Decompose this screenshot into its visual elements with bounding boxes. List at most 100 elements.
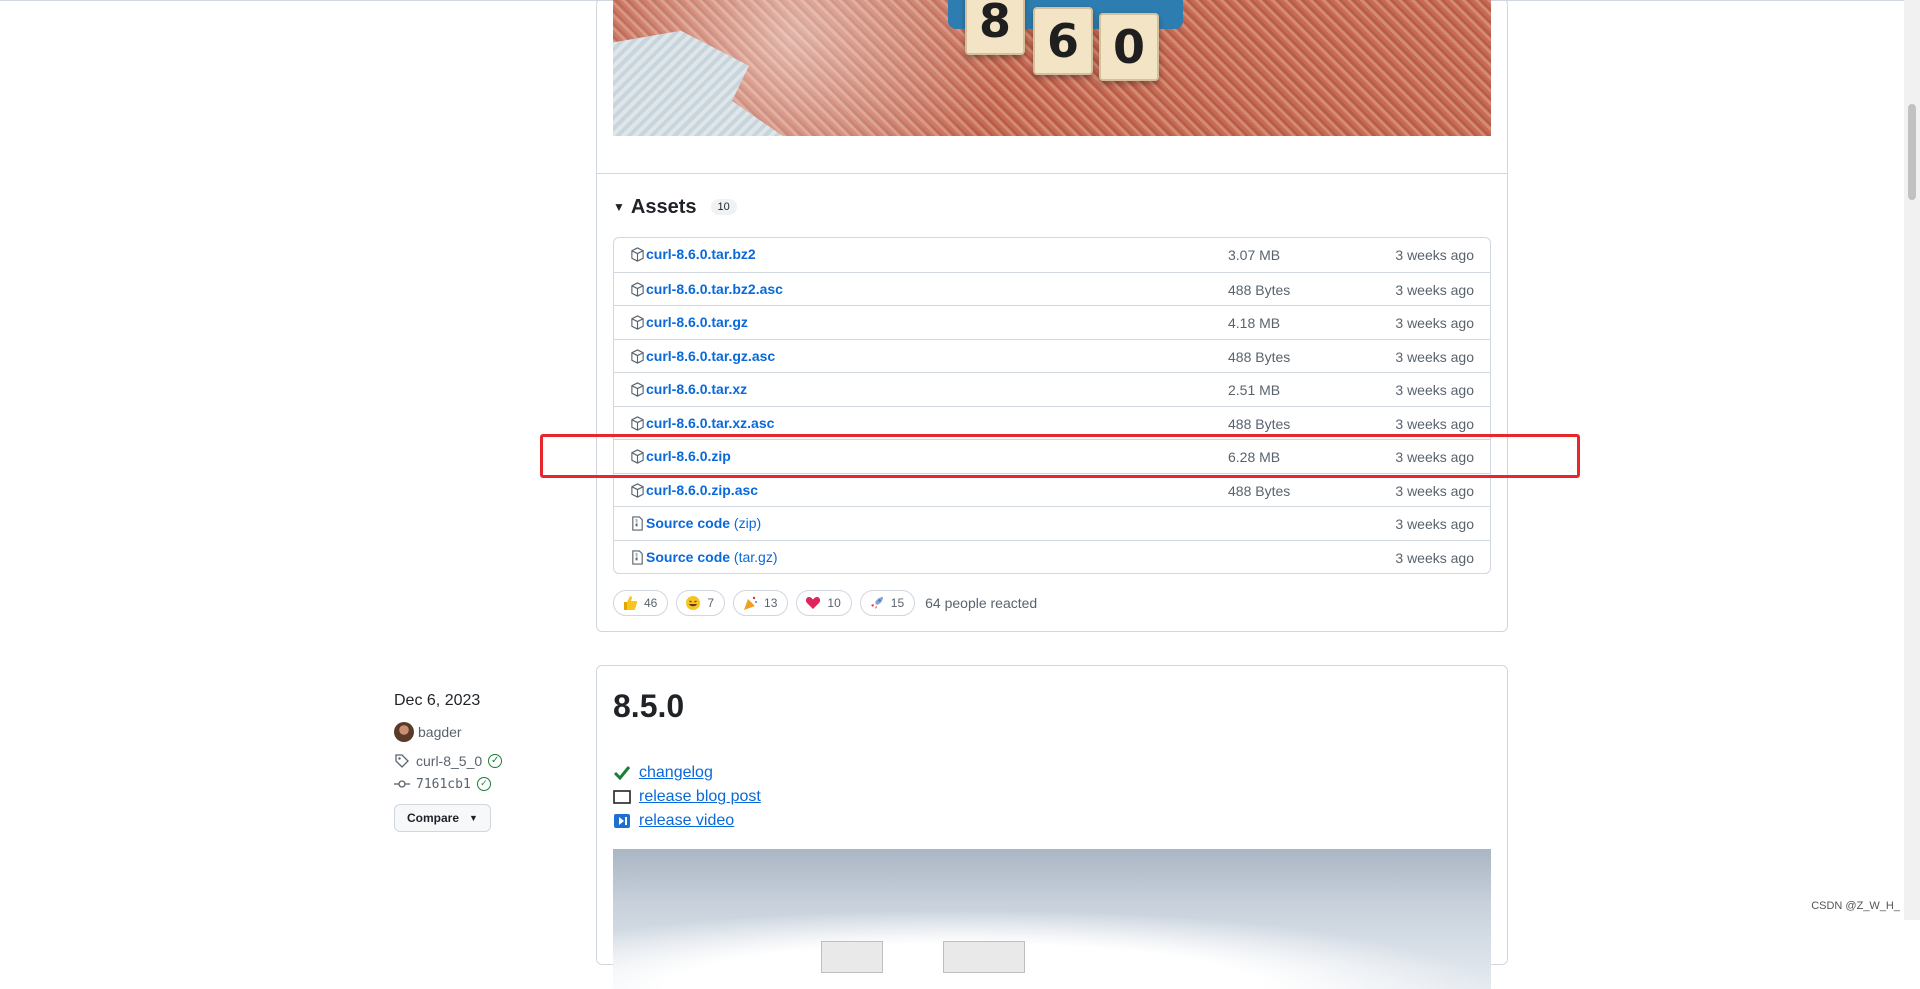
reaction-button[interactable]: 7 xyxy=(676,590,726,616)
verified-check-icon: ✓ xyxy=(488,754,503,768)
reaction-count: 15 xyxy=(890,596,905,610)
asset-row: curl-8.6.0.tar.gz.asc 488 Bytes 3 weeks ag… xyxy=(614,338,1490,373)
asset-row: Source code (tar.gz) 3 weeks ago xyxy=(614,539,1490,574)
asset-link[interactable]: Source code (tar.gz) xyxy=(646,549,778,565)
asset-format: (tar.gz) xyxy=(733,548,778,565)
assets-title: Assets xyxy=(630,195,697,218)
package-icon xyxy=(630,281,645,297)
release-tag[interactable]: curl-8_5_0 ✓ xyxy=(394,753,503,769)
file-zip-icon xyxy=(630,516,645,531)
reaction-button[interactable]: 15 xyxy=(859,590,916,616)
section-divider xyxy=(597,173,1507,174)
reaction-button[interactable]: 46 xyxy=(613,590,669,616)
letter-tile: 6 xyxy=(1033,7,1093,75)
reaction-count: 10 xyxy=(827,596,841,610)
page-scrollbar[interactable] xyxy=(1904,0,1920,920)
reactions-bar: 46 7 13 10 15 64 people reacted xyxy=(613,590,1037,616)
asset-date: 3 weeks ago xyxy=(1395,415,1474,432)
release-blog-post-link[interactable]: release blog post xyxy=(639,788,761,806)
reaction-count: 13 xyxy=(764,596,778,610)
asset-date: 3 weeks ago xyxy=(1395,382,1474,398)
asset-name: curl-8.6.0.tar.xz.asc xyxy=(646,414,775,431)
reaction-button[interactable]: 10 xyxy=(796,590,852,616)
asset-link[interactable]: curl-8.6.0.tar.bz2 xyxy=(646,246,756,262)
asset-link[interactable]: curl-8.6.0.tar.bz2.asc xyxy=(646,281,783,297)
commit-icon xyxy=(394,780,410,788)
asset-link[interactable]: Source code (zip) xyxy=(646,515,761,531)
package-icon xyxy=(630,382,645,397)
letter-tile: 0 xyxy=(1099,13,1159,81)
reaction-button[interactable]: 13 xyxy=(733,590,789,616)
release-author[interactable]: bagder xyxy=(394,722,462,742)
asset-name: curl-8.6.0.tar.bz2 xyxy=(646,246,756,262)
package-icon xyxy=(630,482,645,498)
asset-name: curl-8.6.0.zip.asc xyxy=(646,481,759,498)
release-image-8-6-0: 8 6 0 xyxy=(613,0,1491,136)
asset-name: curl-8.6.0.tar.bz2.asc xyxy=(646,280,783,297)
rocket-icon xyxy=(869,595,885,611)
release-card-8-6-0: 8 6 0 ▼ Assets 10 curl-8.6.0.tar.bz2 3.07… xyxy=(596,0,1508,632)
video-row: release video xyxy=(613,812,734,830)
asset-name: Source code xyxy=(646,548,731,565)
hooray-icon xyxy=(742,595,758,611)
asset-link[interactable]: curl-8.6.0.tar.gz xyxy=(646,314,748,330)
asset-size: 4.18 MB xyxy=(1228,315,1281,331)
release-card-8-5-0: 8.5.0 changelog release blog post releas… xyxy=(596,665,1508,989)
changelog-row: changelog xyxy=(613,764,713,782)
book-icon xyxy=(613,789,631,805)
asset-format: (zip) xyxy=(733,515,762,531)
assets-list: curl-8.6.0.tar.bz2 3.07 MB 3 weeks ago curl… xyxy=(613,237,1491,574)
release-date: Dec 6, 2023 xyxy=(394,692,481,709)
reactions-summary[interactable]: 64 people reacted xyxy=(925,595,1037,611)
asset-link[interactable]: curl-8.6.0.tar.xz.asc xyxy=(646,415,774,431)
release-video-link[interactable]: release video xyxy=(639,812,734,830)
watermark: CSDN @Z_W_H_ xyxy=(1811,900,1900,912)
scrollbar-thumb[interactable] xyxy=(1908,104,1916,200)
asset-date: 3 weeks ago xyxy=(1395,315,1474,331)
file-zip-icon xyxy=(630,549,645,565)
asset-row: Source code (zip) 3 weeks ago xyxy=(614,506,1490,540)
release-commit[interactable]: 7161cb1 ✓ xyxy=(394,776,491,792)
commit-hash: 7161cb1 xyxy=(416,776,471,792)
laugh-icon xyxy=(685,595,701,611)
package-icon xyxy=(630,348,645,364)
compare-button[interactable]: Compare ▼ xyxy=(394,804,491,832)
asset-name: Source code xyxy=(646,515,731,531)
changelog-link[interactable]: changelog xyxy=(639,764,713,782)
asset-date: 3 weeks ago xyxy=(1395,482,1474,499)
compare-label: Compare xyxy=(407,811,460,825)
tag-name: curl-8_5_0 xyxy=(416,753,483,769)
reaction-count: 46 xyxy=(644,596,658,610)
asset-row: curl-8.6.0.tar.xz 2.51 MB 3 weeks ago xyxy=(614,372,1490,406)
tag-icon xyxy=(395,754,409,768)
letter-tile: 8 xyxy=(965,0,1025,55)
asset-name: curl-8.6.0.tar.xz xyxy=(646,381,748,397)
author-name: bagder xyxy=(418,724,462,740)
package-icon xyxy=(630,415,645,431)
triangle-down-icon: ▼ xyxy=(469,813,478,823)
triangle-down-icon: ▼ xyxy=(613,200,625,214)
release-image-8-5-0 xyxy=(613,849,1491,989)
release-title[interactable]: 8.5.0 xyxy=(613,688,684,725)
asset-row: curl-8.6.0.tar.gz 4.18 MB 3 weeks ago xyxy=(614,305,1490,339)
asset-size: 3.07 MB xyxy=(1228,247,1281,263)
thumbs-up-icon xyxy=(622,595,638,611)
highlight-annotation xyxy=(540,434,1580,478)
asset-date: 3 weeks ago xyxy=(1395,247,1474,263)
verified-check-icon: ✓ xyxy=(476,777,491,791)
avatar xyxy=(394,722,414,742)
asset-date: 3 weeks ago xyxy=(1395,281,1474,298)
assets-toggle[interactable]: ▼ Assets 10 xyxy=(613,196,737,218)
asset-size: 488 Bytes xyxy=(1228,482,1291,499)
reaction-count: 7 xyxy=(707,596,715,610)
asset-link[interactable]: curl-8.6.0.tar.xz xyxy=(646,381,747,397)
check-mark-icon xyxy=(613,765,631,781)
asset-name: curl-8.6.0.tar.gz.asc xyxy=(646,347,776,364)
asset-size: 488 Bytes xyxy=(1228,348,1291,365)
asset-name: curl-8.6.0.tar.gz xyxy=(646,314,748,330)
asset-date: 3 weeks ago xyxy=(1395,516,1474,532)
asset-size: 2.51 MB xyxy=(1228,382,1281,398)
asset-link[interactable]: curl-8.6.0.zip.asc xyxy=(646,482,758,498)
asset-link[interactable]: curl-8.6.0.tar.gz.asc xyxy=(646,348,775,364)
heart-icon xyxy=(805,595,821,611)
